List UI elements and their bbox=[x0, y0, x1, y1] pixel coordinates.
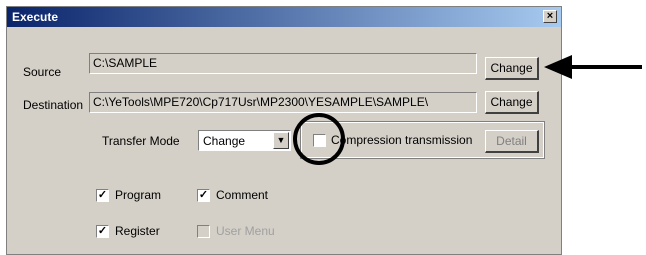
annotation-overlay bbox=[293, 55, 642, 165]
highlight-circle bbox=[293, 113, 345, 165]
pointer-arrow-head bbox=[544, 55, 572, 79]
